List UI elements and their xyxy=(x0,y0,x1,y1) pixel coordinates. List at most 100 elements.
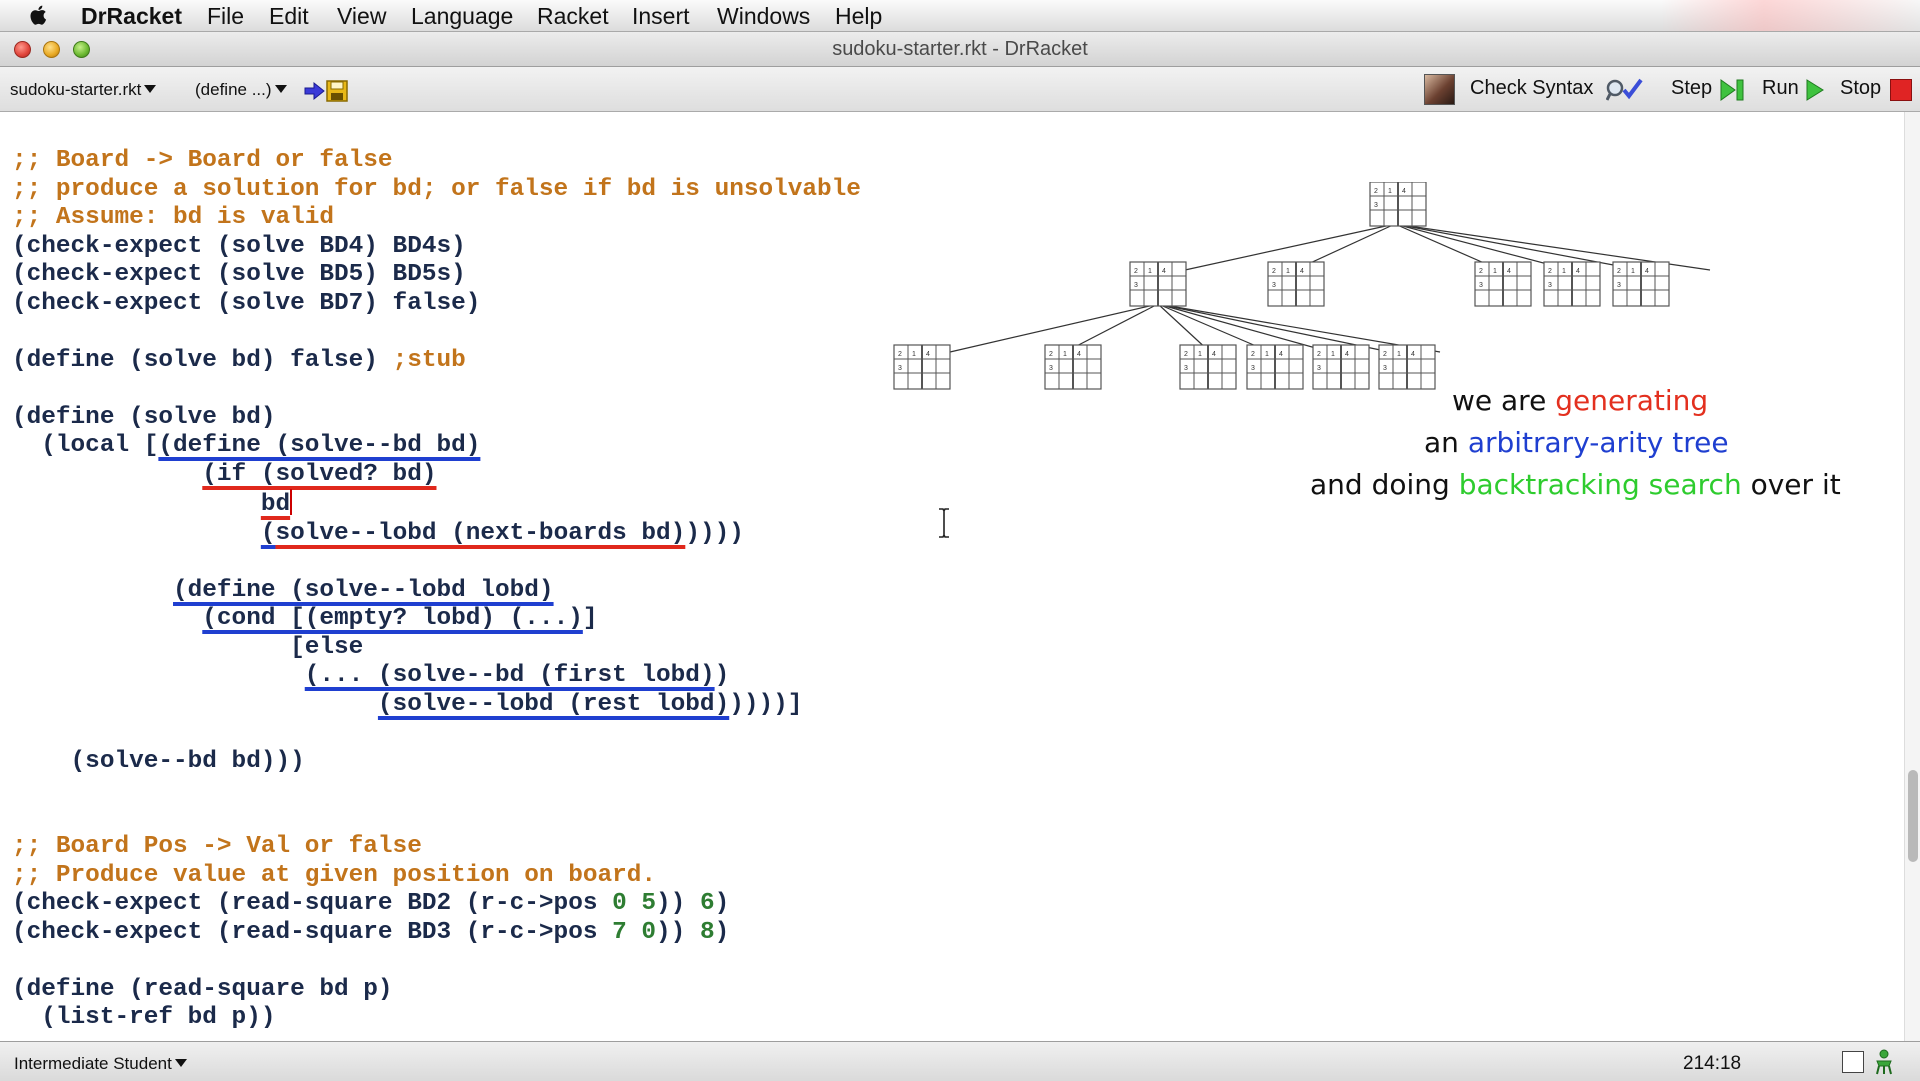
code-line: )) xyxy=(656,918,700,946)
underlined-code: (solve--lobd (rest lobd) xyxy=(377,690,730,718)
code-comment: ;; Board -> Board or false xyxy=(12,147,393,174)
define-menu[interactable]: (define ...) xyxy=(195,80,287,100)
annotation-line-1: we are generating xyxy=(1452,380,1708,422)
menu-view[interactable]: View xyxy=(337,2,386,30)
code-comment: ;stub xyxy=(392,346,466,374)
status-bar: Intermediate Student 214:18 xyxy=(0,1041,1920,1081)
code-line: (check-expect (read-square BD3 (r-c->pos xyxy=(12,918,613,946)
code-line: (solve--bd bd))) xyxy=(12,747,305,775)
check-syntax-label: Check Syntax xyxy=(1470,77,1594,99)
code-comment: ;; Board Pos -> Val or false xyxy=(12,833,422,860)
code-line: ) xyxy=(714,662,730,689)
menu-file[interactable]: File xyxy=(207,2,244,30)
menu-windows[interactable]: Windows xyxy=(717,2,810,30)
underlined-code: (cond [(empty? lobd) (...) xyxy=(202,605,583,632)
code-line: )) xyxy=(656,890,700,917)
menu-racket[interactable]: Racket xyxy=(537,2,609,30)
language-menu[interactable]: Intermediate Student xyxy=(14,1054,187,1074)
step-button[interactable]: Step xyxy=(1671,77,1712,100)
cursor-position: 214:18 xyxy=(1683,1053,1742,1074)
annotation-text: and doing xyxy=(1310,468,1459,501)
annotation-highlight: backtracking search xyxy=(1458,468,1742,501)
definitions-editor[interactable]: ;; Board -> Board or false ;; produce a … xyxy=(0,112,1904,1041)
step-icon xyxy=(1720,79,1744,101)
grandchild-board xyxy=(1378,344,1436,390)
underlined-code: (if (solved? bd) xyxy=(202,460,437,488)
underlined-code: ( xyxy=(260,519,276,547)
child-board xyxy=(1474,261,1532,307)
gc-indicator-box xyxy=(1842,1051,1864,1073)
menu-app[interactable]: DrRacket xyxy=(81,2,182,30)
code-line: (local [ xyxy=(12,432,159,459)
grandchild-board xyxy=(893,344,951,390)
code-number: 0 xyxy=(641,918,657,946)
stop-button[interactable]: Stop xyxy=(1840,77,1881,100)
code-line: [else xyxy=(12,633,364,661)
annotation-text: we are xyxy=(1452,384,1556,417)
chevron-down-icon xyxy=(274,85,287,93)
recycle-icon xyxy=(1876,1049,1892,1075)
save-definitions-icon[interactable] xyxy=(303,80,349,102)
root-board xyxy=(1369,182,1427,227)
check-syntax-icon xyxy=(1606,78,1643,101)
chevron-down-icon xyxy=(174,1059,187,1067)
code-number: 8 xyxy=(699,918,715,946)
run-icon xyxy=(1806,79,1824,101)
menu-help[interactable]: Help xyxy=(835,2,882,30)
menu-insert[interactable]: Insert xyxy=(632,2,690,30)
child-board xyxy=(1267,261,1325,307)
underlined-code: (define (solve--lobd lobd) xyxy=(173,576,554,604)
grandchild-board xyxy=(1312,344,1370,390)
apple-icon[interactable] xyxy=(26,2,52,28)
code-line: ) xyxy=(714,890,730,917)
code-line: (list-ref bd p)) xyxy=(12,1004,276,1031)
author-thumbnail xyxy=(1424,74,1455,105)
code-line: (check-expect (solve BD7) false) xyxy=(12,289,481,317)
annotation-highlight: arbitrary-arity tree xyxy=(1467,426,1729,459)
step-label: Step xyxy=(1671,77,1713,99)
code-line: (check-expect (solve BD5) BD5s) xyxy=(12,261,466,288)
code-text: ;; Board -> Board or false ;; produce a … xyxy=(12,147,861,1033)
code-line: ] xyxy=(582,605,598,632)
scrollbar-thumb[interactable] xyxy=(1908,770,1918,862)
window-title: sudoku-starter.rkt - DrRacket xyxy=(832,38,1088,60)
text-cursor xyxy=(290,489,293,515)
annotation-line-3: and doing backtracking search over it xyxy=(1310,464,1841,506)
child-board xyxy=(1612,261,1670,307)
check-syntax-button[interactable]: Check Syntax xyxy=(1470,77,1593,100)
code-line: (define (solve bd) false) xyxy=(12,346,393,374)
grandchild-board xyxy=(1246,344,1304,390)
annotation-text: over it xyxy=(1741,468,1841,501)
annotation-highlight: generating xyxy=(1555,384,1709,417)
menu-language[interactable]: Language xyxy=(411,2,513,30)
underlined-code: (... (solve--bd (first lobd) xyxy=(304,662,715,689)
vertical-scrollbar[interactable] xyxy=(1904,112,1920,1041)
menubar-artifact xyxy=(1660,0,1920,31)
code-line: (define (solve bd) xyxy=(12,403,276,431)
stop-icon xyxy=(1890,79,1912,101)
code-line: )))) xyxy=(685,519,744,547)
language-label: Intermediate Student xyxy=(14,1054,172,1073)
code-number: 6 xyxy=(699,890,715,917)
file-name-menu[interactable]: sudoku-starter.rkt xyxy=(10,80,157,100)
code-line: (check-expect (read-square BD2 (r-c->pos xyxy=(12,890,613,917)
menu-edit[interactable]: Edit xyxy=(269,2,309,30)
code-number: 7 xyxy=(612,918,627,946)
code-line: (check-expect (solve BD4) BD4s) xyxy=(12,232,466,260)
window-title-bar: sudoku-starter.rkt - DrRacket xyxy=(0,32,1920,67)
stop-label: Stop xyxy=(1840,77,1882,99)
annotation-line-2: an arbitrary-arity tree xyxy=(1424,422,1729,464)
code-comment: ;; produce a solution for bd; or false i… xyxy=(12,175,861,203)
code-line: ) xyxy=(714,918,730,946)
underlined-code: solve--lobd (next-boards bd) xyxy=(275,519,686,547)
run-button[interactable]: Run xyxy=(1762,77,1799,100)
code-number: 0 xyxy=(612,890,627,917)
file-name-label: sudoku-starter.rkt xyxy=(10,80,142,99)
underlined-code: bd xyxy=(260,491,291,518)
